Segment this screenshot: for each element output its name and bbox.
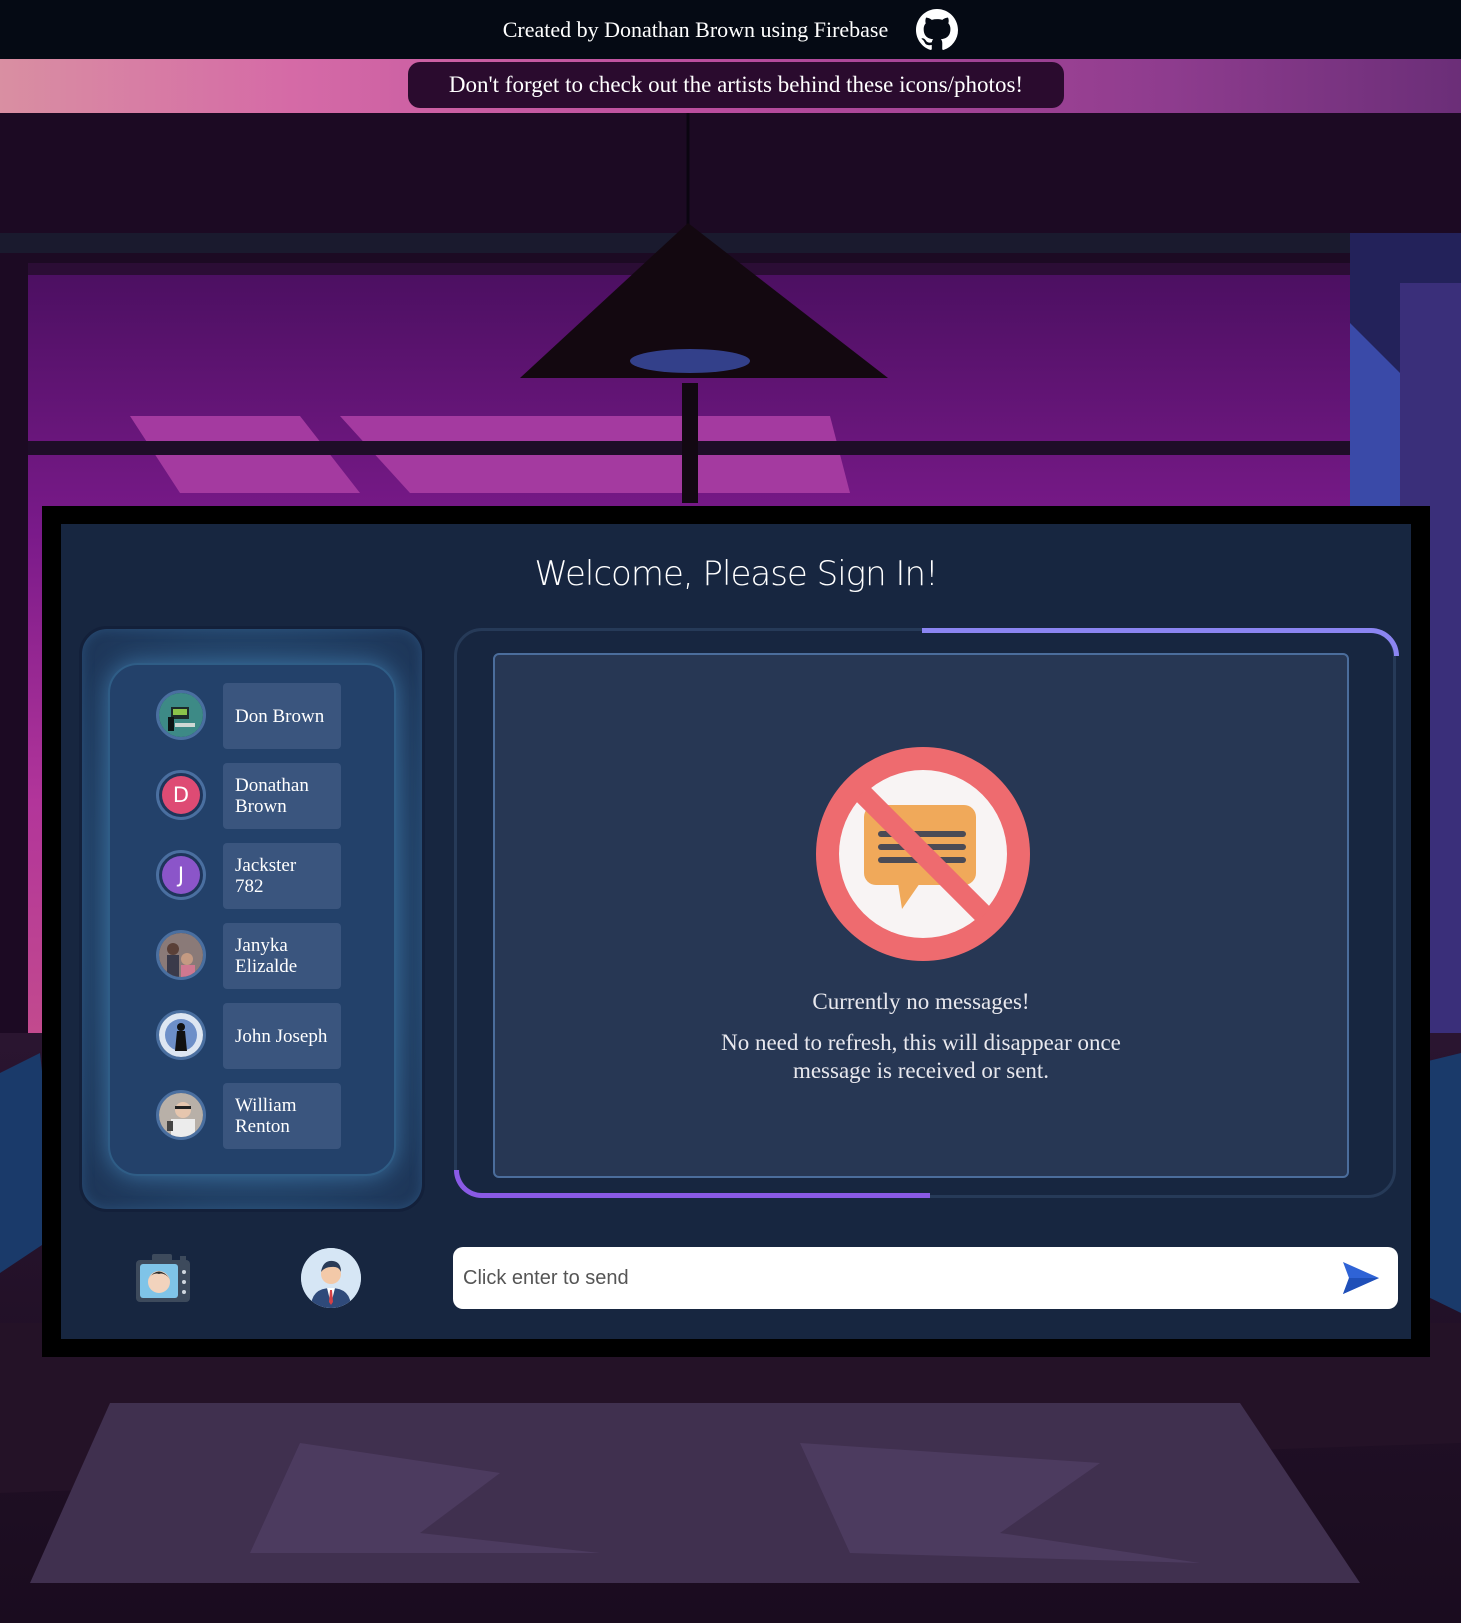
contact-name: Janyka Elizalde: [223, 923, 341, 989]
avatar: [156, 1090, 206, 1140]
camera-icon[interactable]: [134, 1252, 192, 1304]
artist-credits-link[interactable]: Don't forget to check out the artists be…: [408, 62, 1064, 108]
chat-window: Currently no messages! No need to refres…: [454, 628, 1399, 1198]
contact-item[interactable]: William Renton: [156, 1083, 346, 1149]
empty-state-title: Currently no messages!: [812, 989, 1030, 1014]
contact-name: William Renton: [223, 1083, 341, 1149]
profile-avatar-icon[interactable]: [301, 1248, 361, 1308]
contact-name: Donathan Brown: [223, 763, 341, 829]
avatar-photo-icon: [159, 1013, 203, 1057]
contact-item[interactable]: Don Brown: [156, 683, 346, 749]
avatar-initial: J: [162, 856, 200, 894]
send-icon[interactable]: [1341, 1260, 1381, 1296]
contact-item[interactable]: D Donathan Brown: [156, 763, 346, 829]
contact-item[interactable]: John Joseph: [156, 1003, 346, 1069]
accent-border: [922, 628, 1399, 656]
message-input[interactable]: [453, 1247, 1253, 1309]
contacts-panel: Don Brown D Donathan Brown J Jackster 78…: [79, 626, 425, 1212]
avatar-initial: D: [162, 776, 200, 814]
avatar: [156, 1010, 206, 1060]
github-icon[interactable]: [916, 8, 959, 51]
contact-item[interactable]: Janyka Elizalde: [156, 923, 346, 989]
credit-text: Created by Donathan Brown using Firebase: [502, 16, 889, 42]
user-avatar-icon: [301, 1248, 361, 1308]
chat-app: Welcome, Please Sign In! Don Brown D Don…: [61, 524, 1411, 1339]
page-title: Welcome, Please Sign In!: [534, 554, 938, 594]
credit-bar: Created by Donathan Brown using Firebase: [0, 0, 1461, 59]
messages-area[interactable]: Currently no messages! No need to refres…: [493, 653, 1349, 1178]
avatar: D: [156, 770, 206, 820]
avatar-photo-icon: [159, 693, 203, 737]
avatar-photo-icon: [159, 1093, 203, 1137]
avatar: [156, 690, 206, 740]
contact-name: Jackster 782: [223, 843, 341, 909]
contact-item[interactable]: J Jackster 782: [156, 843, 346, 909]
avatar: [156, 930, 206, 980]
avatar: J: [156, 850, 206, 900]
avatar-photo-icon: [159, 933, 203, 977]
message-composer: [453, 1247, 1398, 1309]
contacts-list: Don Brown D Donathan Brown J Jackster 78…: [108, 663, 396, 1176]
no-messages-icon: [816, 747, 1030, 961]
contact-name: Don Brown: [223, 683, 341, 749]
empty-state-subtitle: No need to refresh, this will disappear …: [721, 1030, 1121, 1083]
contact-name: John Joseph: [223, 1003, 341, 1069]
